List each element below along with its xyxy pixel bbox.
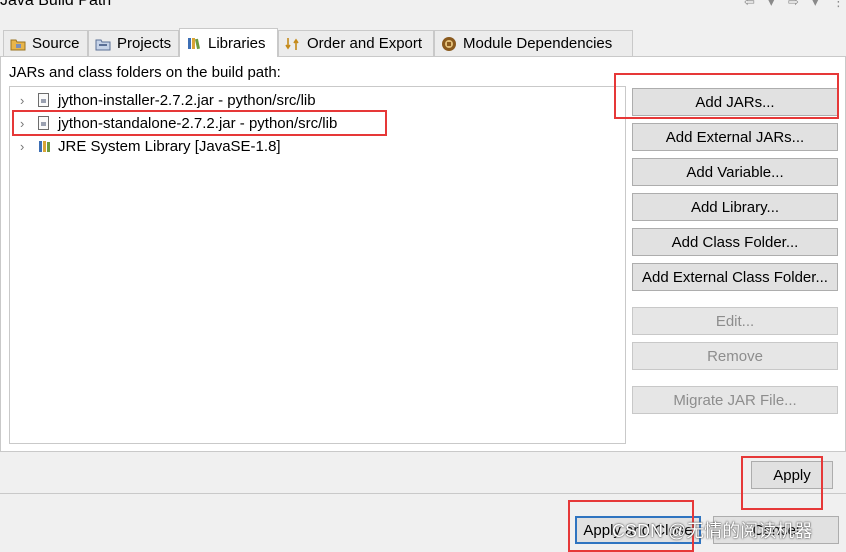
view-menu-icon[interactable]: ⋮ [832, 0, 845, 10]
jar-icon [38, 116, 49, 130]
add-jars-button[interactable]: Add JARs... [632, 88, 838, 116]
watermark: CSDN @无情的阅读机器 [612, 521, 813, 541]
add-external-jars-button[interactable]: Add External JARs... [632, 123, 838, 151]
add-library-button[interactable]: Add Library... [632, 193, 838, 221]
tree-item-label: jython-standalone-2.7.2.jar - python/src… [58, 114, 338, 132]
tab-source[interactable]: Source [3, 30, 88, 56]
projects-icon [95, 39, 111, 50]
chevron-right-icon[interactable]: › [20, 139, 32, 154]
chevron-right-icon[interactable]: › [20, 116, 32, 131]
source-folder-icon [10, 39, 26, 50]
tab-order-and-export[interactable]: Order and Export [278, 30, 434, 56]
jar-icon [38, 93, 49, 107]
footer-divider [0, 493, 846, 494]
chevron-right-icon[interactable]: › [20, 93, 32, 108]
back-menu-icon[interactable]: ▾ [768, 0, 775, 10]
tab-label: Module Dependencies [463, 35, 613, 52]
tree-item-jython-standalone[interactable]: › jython-standalone-2.7.2.jar - python/s… [20, 112, 337, 134]
tab-libraries[interactable]: Libraries [179, 28, 278, 57]
back-icon[interactable]: ⇦ [744, 0, 755, 10]
libraries-icon [188, 38, 200, 50]
tab-label: Source [32, 35, 80, 52]
migrate-jar-button[interactable]: Migrate JAR File... [632, 386, 838, 414]
add-variable-button[interactable]: Add Variable... [632, 158, 838, 186]
page-title: Java Build Path [0, 0, 112, 9]
tab-label: Libraries [208, 34, 266, 52]
tab-module-dependencies[interactable]: Module Dependencies [434, 30, 633, 56]
edit-button[interactable]: Edit... [632, 307, 838, 335]
build-path-label: JARs and class folders on the build path… [9, 64, 281, 81]
tab-label: Order and Export [307, 35, 423, 52]
forward-icon[interactable]: ⇨ [788, 0, 799, 10]
tree-item-label: JRE System Library [JavaSE-1.8] [58, 137, 281, 155]
tab-projects[interactable]: Projects [88, 30, 179, 56]
tree-item-jre-system-library[interactable]: › JRE System Library [JavaSE-1.8] [20, 135, 281, 157]
order-export-icon [285, 37, 299, 50]
module-icon [442, 36, 456, 51]
library-icon [39, 141, 50, 152]
library-tree[interactable]: › jython-installer-2.7.2.jar - python/sr… [9, 86, 626, 444]
tree-item-jython-installer[interactable]: › jython-installer-2.7.2.jar - python/sr… [20, 89, 316, 111]
forward-menu-icon[interactable]: ▾ [812, 0, 819, 10]
add-external-class-folder-button[interactable]: Add External Class Folder... [632, 263, 838, 291]
tree-item-label: jython-installer-2.7.2.jar - python/src/… [58, 91, 316, 109]
tab-label: Projects [117, 35, 172, 52]
apply-button[interactable]: Apply [751, 461, 833, 489]
remove-button[interactable]: Remove [632, 342, 838, 370]
add-class-folder-button[interactable]: Add Class Folder... [632, 228, 838, 256]
